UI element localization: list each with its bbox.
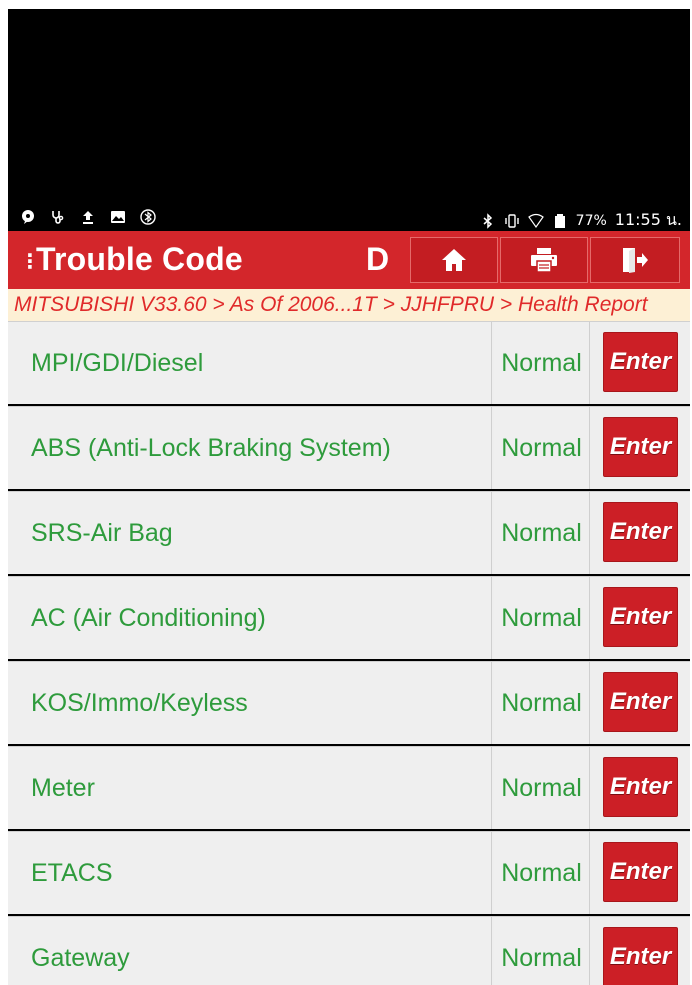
enter-button[interactable]: Enter: [603, 757, 678, 817]
stethoscope-icon: [52, 211, 64, 224]
enter-button[interactable]: Enter: [603, 842, 678, 902]
table-row: SRS-Air Bag Normal Enter: [8, 491, 690, 574]
title-bar: ⋮ Trouble Code D: [8, 231, 690, 289]
exit-icon: [623, 248, 648, 273]
system-status: Normal: [494, 662, 590, 744]
system-name: KOS/Immo/Keyless: [8, 662, 492, 744]
clock: 11:55 น.: [614, 210, 682, 229]
exit-button[interactable]: [590, 237, 680, 283]
system-status: Normal: [494, 322, 590, 404]
status-bar-system: 77% 11:55 น.: [480, 208, 682, 233]
table-row: Meter Normal Enter: [8, 746, 690, 829]
system-status: Normal: [494, 577, 590, 659]
upload-icon: [83, 211, 93, 224]
home-button[interactable]: [410, 237, 498, 283]
enter-button[interactable]: Enter: [603, 927, 678, 985]
system-status: Normal: [494, 492, 590, 574]
table-row: MPI/GDI/Diesel Normal Enter: [8, 321, 690, 404]
system-status: Normal: [494, 917, 590, 985]
system-name: MPI/GDI/Diesel: [8, 322, 492, 404]
bluetooth-circle-icon: [140, 209, 156, 225]
system-name: Gateway: [8, 917, 492, 985]
system-name: Meter: [8, 747, 492, 829]
system-name: ETACS: [8, 832, 492, 914]
battery-icon: [554, 213, 565, 228]
enter-button[interactable]: Enter: [603, 332, 678, 392]
table-row: Gateway Normal Enter: [8, 916, 690, 985]
printer-icon: [531, 248, 557, 273]
page-title: Trouble Code: [36, 241, 243, 277]
table-row: ETACS Normal Enter: [8, 831, 690, 914]
image-icon: [111, 211, 125, 223]
wifi-icon: [527, 213, 544, 228]
system-status: Normal: [494, 832, 590, 914]
title-suffix: D: [366, 241, 390, 277]
battery-percentage: 77%: [575, 212, 607, 229]
system-status: Normal: [494, 747, 590, 829]
bluetooth-icon: [483, 212, 492, 229]
enter-button[interactable]: Enter: [603, 417, 678, 477]
table-row: AC (Air Conditioning) Normal Enter: [8, 576, 690, 659]
table-row: KOS/Immo/Keyless Normal Enter: [8, 661, 690, 744]
system-list: MPI/GDI/Diesel Normal Enter ABS (Anti-Lo…: [8, 321, 690, 985]
status-bar-notifications: [20, 209, 156, 225]
table-row: ABS (Anti-Lock Braking System) Normal En…: [8, 406, 690, 489]
system-status: Normal: [494, 407, 590, 489]
enter-button[interactable]: Enter: [603, 672, 678, 732]
enter-button[interactable]: Enter: [603, 587, 678, 647]
system-name: AC (Air Conditioning): [8, 577, 492, 659]
device-screen: 77% 11:55 น. ⋮ Trouble Code D MITSUBISHI…: [8, 9, 690, 985]
system-name: SRS-Air Bag: [8, 492, 492, 574]
home-icon: [442, 249, 466, 271]
chat-bubble-icon: [22, 210, 34, 224]
vibrate-icon: [504, 213, 519, 228]
print-button[interactable]: [500, 237, 588, 283]
system-name: ABS (Anti-Lock Braking System): [8, 407, 492, 489]
enter-button[interactable]: Enter: [603, 502, 678, 562]
breadcrumb: MITSUBISHI V33.60 > As Of 2006...1T > JJ…: [8, 289, 690, 323]
